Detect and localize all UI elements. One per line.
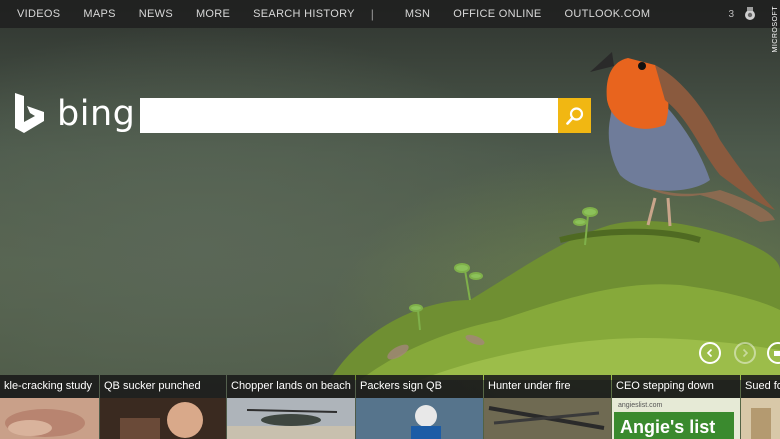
nav-more[interactable]: MORE: [196, 8, 230, 20]
news-tile[interactable]: Sued fo: [741, 375, 780, 439]
news-thumbnail: [227, 398, 355, 439]
top-navigation-bar: VIDEOS MAPS NEWS MORE SEARCH HISTORY | M…: [0, 0, 780, 28]
search-button[interactable]: [558, 98, 591, 133]
news-tile[interactable]: CEO stepping down angieslist.com Angie's…: [612, 375, 740, 439]
nav-search-history[interactable]: SEARCH HISTORY: [253, 8, 355, 20]
previous-image-button[interactable]: [699, 342, 721, 364]
news-tile[interactable]: Chopper lands on beach: [227, 375, 355, 439]
news-label: kle-cracking study: [0, 375, 99, 398]
rewards-icon[interactable]: [742, 6, 758, 22]
nav-outlook[interactable]: OUTLOOK.COM: [565, 8, 651, 20]
search-icon: [565, 106, 583, 125]
search-input[interactable]: [140, 98, 558, 133]
news-tile[interactable]: Hunter under fire: [484, 375, 611, 439]
news-carousel: kle-cracking study QB sucker punched Cho…: [0, 375, 780, 439]
news-label: Hunter under fire: [484, 375, 611, 398]
nav-videos[interactable]: VIDEOS: [17, 8, 60, 20]
news-thumbnail: [0, 398, 99, 439]
background-photo: [0, 0, 780, 439]
chevron-right-icon: [742, 348, 749, 358]
bing-logo-icon: [15, 93, 44, 133]
bing-logo-text: bing: [57, 94, 136, 134]
nav-news[interactable]: NEWS: [139, 8, 173, 20]
rewards-count: 3: [728, 8, 734, 20]
ad-text: Angie's list: [620, 417, 715, 437]
microsoft-watermark: MICROSOFT: [772, 6, 779, 53]
camera-icon: [774, 351, 780, 356]
news-thumbnail: [100, 398, 226, 439]
news-tile[interactable]: Packers sign QB: [356, 375, 483, 439]
news-label: Packers sign QB: [356, 375, 483, 398]
nav-msn[interactable]: MSN: [405, 8, 430, 20]
chevron-left-icon: [706, 348, 713, 358]
nav-maps[interactable]: MAPS: [83, 8, 115, 20]
ad-small-text: angieslist.com: [618, 402, 663, 409]
news-thumbnail: [484, 398, 611, 439]
news-label: QB sucker punched: [100, 375, 226, 398]
news-label: Sued fo: [741, 375, 780, 398]
news-tile[interactable]: QB sucker punched: [100, 375, 226, 439]
nav-office-online[interactable]: OFFICE ONLINE: [453, 8, 541, 20]
news-label: CEO stepping down: [612, 375, 740, 398]
nav-separator: |: [370, 7, 374, 21]
news-tile[interactable]: kle-cracking study: [0, 375, 99, 439]
robin-on-moss-illustration: [330, 52, 780, 380]
next-image-button[interactable]: [734, 342, 756, 364]
news-thumbnail: [356, 398, 483, 439]
news-label: Chopper lands on beach: [227, 375, 355, 398]
news-thumbnail: [741, 398, 780, 439]
news-thumbnail: angieslist.com Angie's list: [612, 398, 740, 439]
bing-logo[interactable]: bing: [13, 92, 135, 136]
